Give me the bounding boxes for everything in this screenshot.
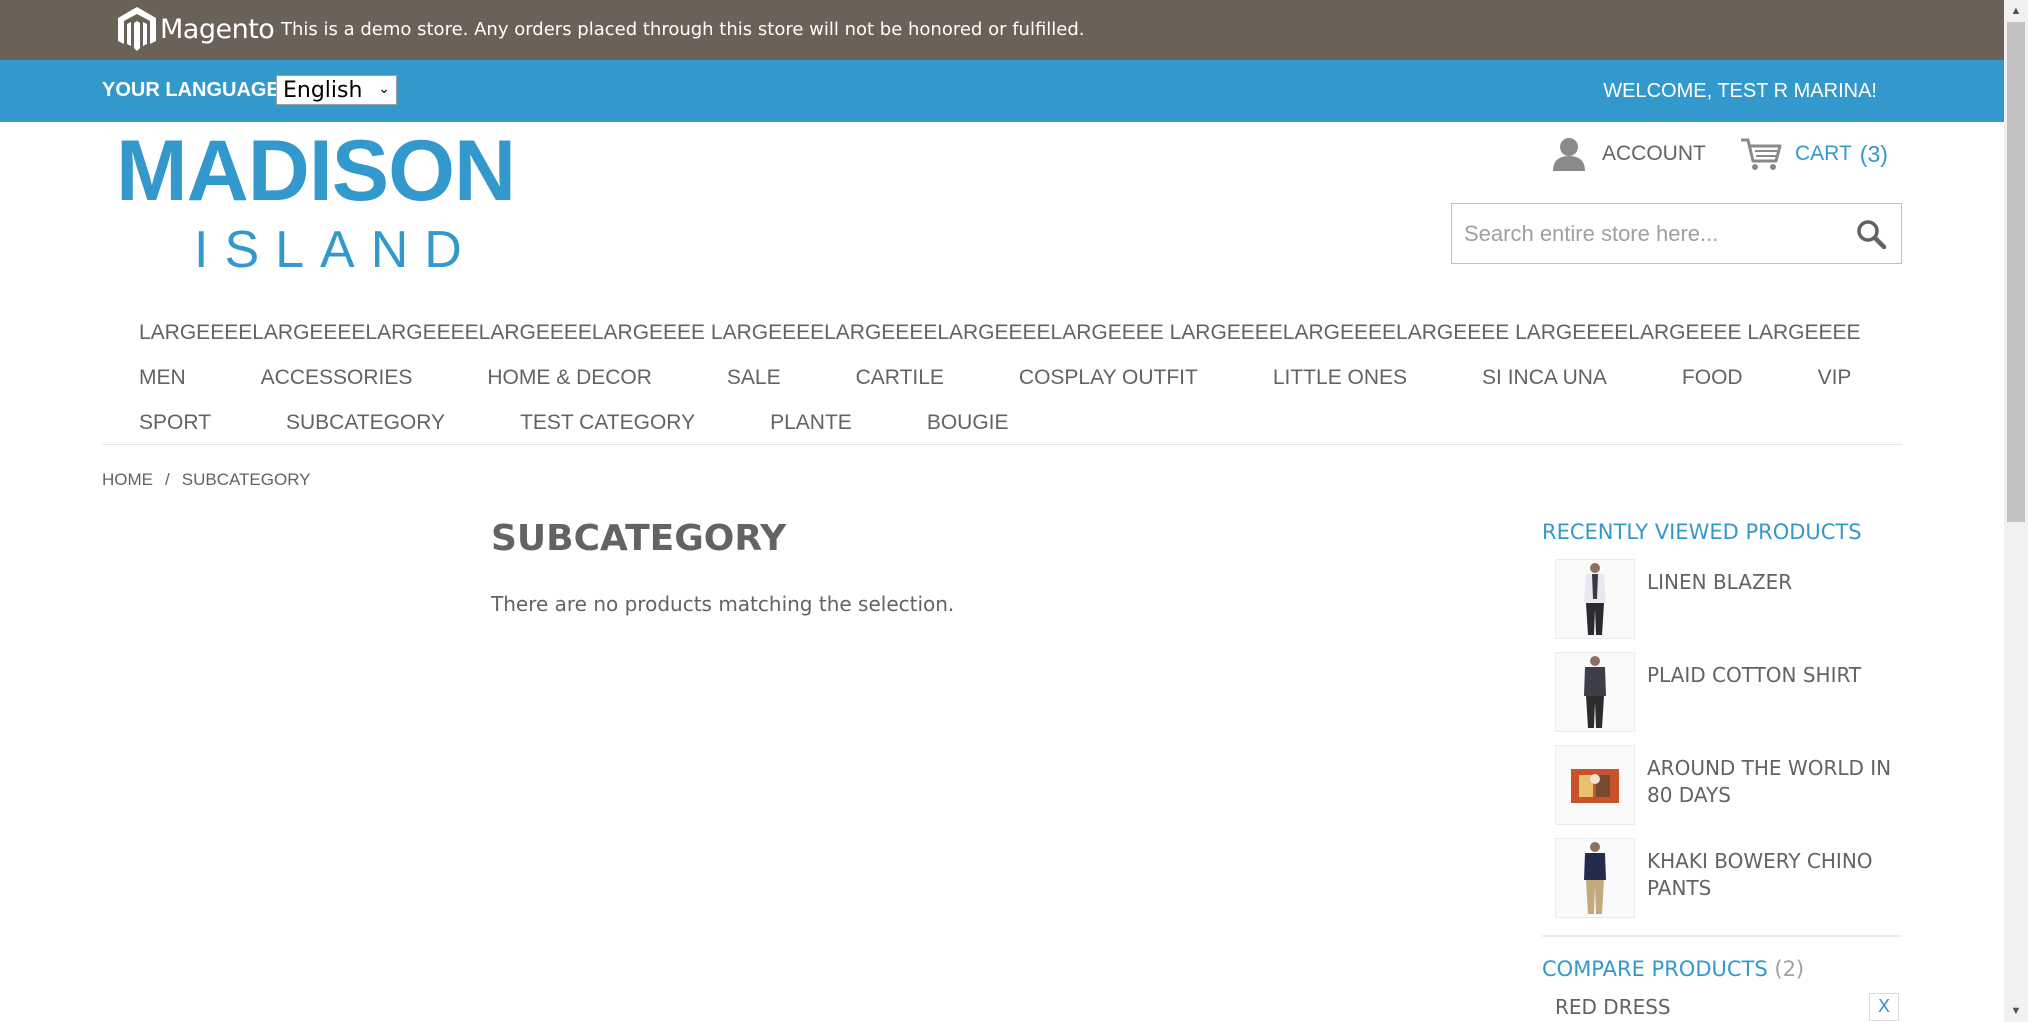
nav-item-little-ones[interactable]: LITTLE ONES xyxy=(1273,366,1407,390)
nav-item-home-decor[interactable]: HOME & DECOR xyxy=(487,366,652,390)
recently-viewed-item: LINEN BLAZER xyxy=(1555,559,1902,652)
breadcrumb-separator: / xyxy=(165,470,170,489)
demo-notice-text: This is a demo store. Any orders placed … xyxy=(281,19,1085,40)
nav-item-test-category[interactable]: TEST CATEGORY xyxy=(520,411,695,435)
breadcrumb: HOME / SUBCATEGORY xyxy=(102,470,311,490)
nav-row: MEN ACCESSORIES HOME & DECOR SALE CARTIL… xyxy=(139,355,1902,400)
person-figure-image xyxy=(1584,842,1606,914)
nav-divider xyxy=(102,444,1902,445)
recently-viewed-name[interactable]: PLAID COTTON SHIRT xyxy=(1647,662,1897,745)
welcome-message: WELCOME, TEST R MARINA! xyxy=(1603,80,1877,102)
recently-viewed-item: KHAKI BOWERY CHINO PANTS xyxy=(1555,838,1902,931)
cart-link[interactable]: CART (3) xyxy=(1739,136,1888,172)
cart-icon xyxy=(1741,138,1782,170)
nav-item-cosplay-outfit[interactable]: COSPLAY OUTFIT xyxy=(1019,366,1198,390)
chevron-down-icon: ⌄ xyxy=(378,81,390,97)
site-logo[interactable]: MADISON ISLAND xyxy=(116,123,528,279)
search-input[interactable] xyxy=(1464,204,1834,263)
search-icon[interactable] xyxy=(1855,218,1887,250)
user-icon xyxy=(1553,138,1585,171)
account-link[interactable]: ACCOUNT xyxy=(1550,136,1706,172)
compare-item-name[interactable]: RED DRESS xyxy=(1555,995,1671,1019)
nav-row: LARGEEEELARGEEEELARGEEEELARGEEEELARGEEEE… xyxy=(139,310,1902,355)
nav-item-food[interactable]: FOOD xyxy=(1682,366,1743,390)
scrollbar-thumb[interactable] xyxy=(2007,22,2025,522)
magento-icon xyxy=(118,7,156,51)
nav-item-si-inca-una[interactable]: SI INCA UNA xyxy=(1482,366,1607,390)
recently-viewed-title: RECENTLY VIEWED PRODUCTS xyxy=(1542,520,1862,544)
nav-item-largeeee[interactable]: LARGEEEELARGEEEELARGEEEELARGEEEELARGEEEE… xyxy=(139,321,1861,345)
nav-item-bougie[interactable]: BOUGIE xyxy=(927,411,1009,435)
compare-item: RED DRESS x xyxy=(1555,993,1902,1021)
language-select[interactable]: English ⌄ xyxy=(276,75,397,105)
scroll-down-arrow-icon[interactable]: ▼ xyxy=(2004,1000,2028,1022)
person-figure-image xyxy=(1584,656,1606,728)
main-navigation: LARGEEEELARGEEEELARGEEEELARGEEEELARGEEEE… xyxy=(139,310,1902,445)
nav-item-sport[interactable]: SPORT xyxy=(139,411,211,435)
book-cover-image xyxy=(1571,769,1619,803)
person-figure-image xyxy=(1584,563,1606,635)
nav-row: SPORT SUBCATEGORY TEST CATEGORY PLANTE B… xyxy=(139,400,1902,445)
page-title: SUBCATEGORY xyxy=(491,518,787,559)
recently-viewed-item: PLAID COTTON SHIRT xyxy=(1555,652,1902,745)
language-selected-value: English xyxy=(283,77,363,103)
compare-title-label: COMPARE PRODUCTS xyxy=(1542,957,1768,981)
product-thumbnail[interactable] xyxy=(1555,745,1635,825)
remove-compare-button[interactable]: x xyxy=(1869,993,1899,1021)
language-label: YOUR LANGUAGE: xyxy=(102,79,287,101)
account-label: ACCOUNT xyxy=(1602,142,1706,165)
cart-label: CART xyxy=(1795,142,1852,165)
recently-viewed-item: AROUND THE WORLD IN 80 DAYS xyxy=(1555,745,1902,838)
compare-products-title: COMPARE PRODUCTS (2) xyxy=(1542,957,1902,981)
sidebar: RECENTLY VIEWED PRODUCTS LINEN BLAZER PL… xyxy=(1542,520,1902,1021)
nav-item-vip[interactable]: VIP xyxy=(1818,366,1852,390)
scroll-up-arrow-icon[interactable]: ▲ xyxy=(2004,0,2028,22)
logo-line1: MADISON xyxy=(116,123,516,219)
product-thumbnail[interactable] xyxy=(1555,559,1635,639)
magento-wordmark: Magento xyxy=(160,13,275,45)
recently-viewed-list: LINEN BLAZER PLAID COTTON SHIRT AROUND T… xyxy=(1555,559,1902,931)
compare-count: (2) xyxy=(1774,957,1805,981)
product-thumbnail[interactable] xyxy=(1555,652,1635,732)
breadcrumb-home[interactable]: HOME xyxy=(102,470,153,490)
cart-count: (3) xyxy=(1859,140,1888,167)
demo-notice-bar: Magento This is a demo store. Any orders… xyxy=(0,0,2004,60)
recently-viewed-name[interactable]: LINEN BLAZER xyxy=(1647,569,1897,652)
product-thumbnail[interactable] xyxy=(1555,838,1635,918)
empty-results-message: There are no products matching the selec… xyxy=(491,592,955,616)
nav-item-men[interactable]: MEN xyxy=(139,366,186,390)
breadcrumb-current: SUBCATEGORY xyxy=(181,470,311,489)
nav-item-cartile[interactable]: CARTILE xyxy=(856,366,944,390)
nav-item-plante[interactable]: PLANTE xyxy=(770,411,852,435)
recently-viewed-name[interactable]: AROUND THE WORLD IN 80 DAYS xyxy=(1647,755,1897,838)
nav-item-sale[interactable]: SALE xyxy=(727,366,781,390)
sidebar-divider xyxy=(1542,935,1902,937)
nav-item-subcategory[interactable]: SUBCATEGORY xyxy=(286,411,445,435)
header-top-bar: YOUR LANGUAGE: English ⌄ WELCOME, TEST R… xyxy=(0,60,2004,122)
nav-item-accessories[interactable]: ACCESSORIES xyxy=(261,366,413,390)
vertical-scrollbar[interactable]: ▲ ▼ xyxy=(2004,0,2028,1022)
recently-viewed-name[interactable]: KHAKI BOWERY CHINO PANTS xyxy=(1647,848,1897,931)
magento-logo: Magento xyxy=(116,6,275,52)
search-form xyxy=(1451,203,1902,264)
logo-line2: ISLAND xyxy=(194,221,478,279)
